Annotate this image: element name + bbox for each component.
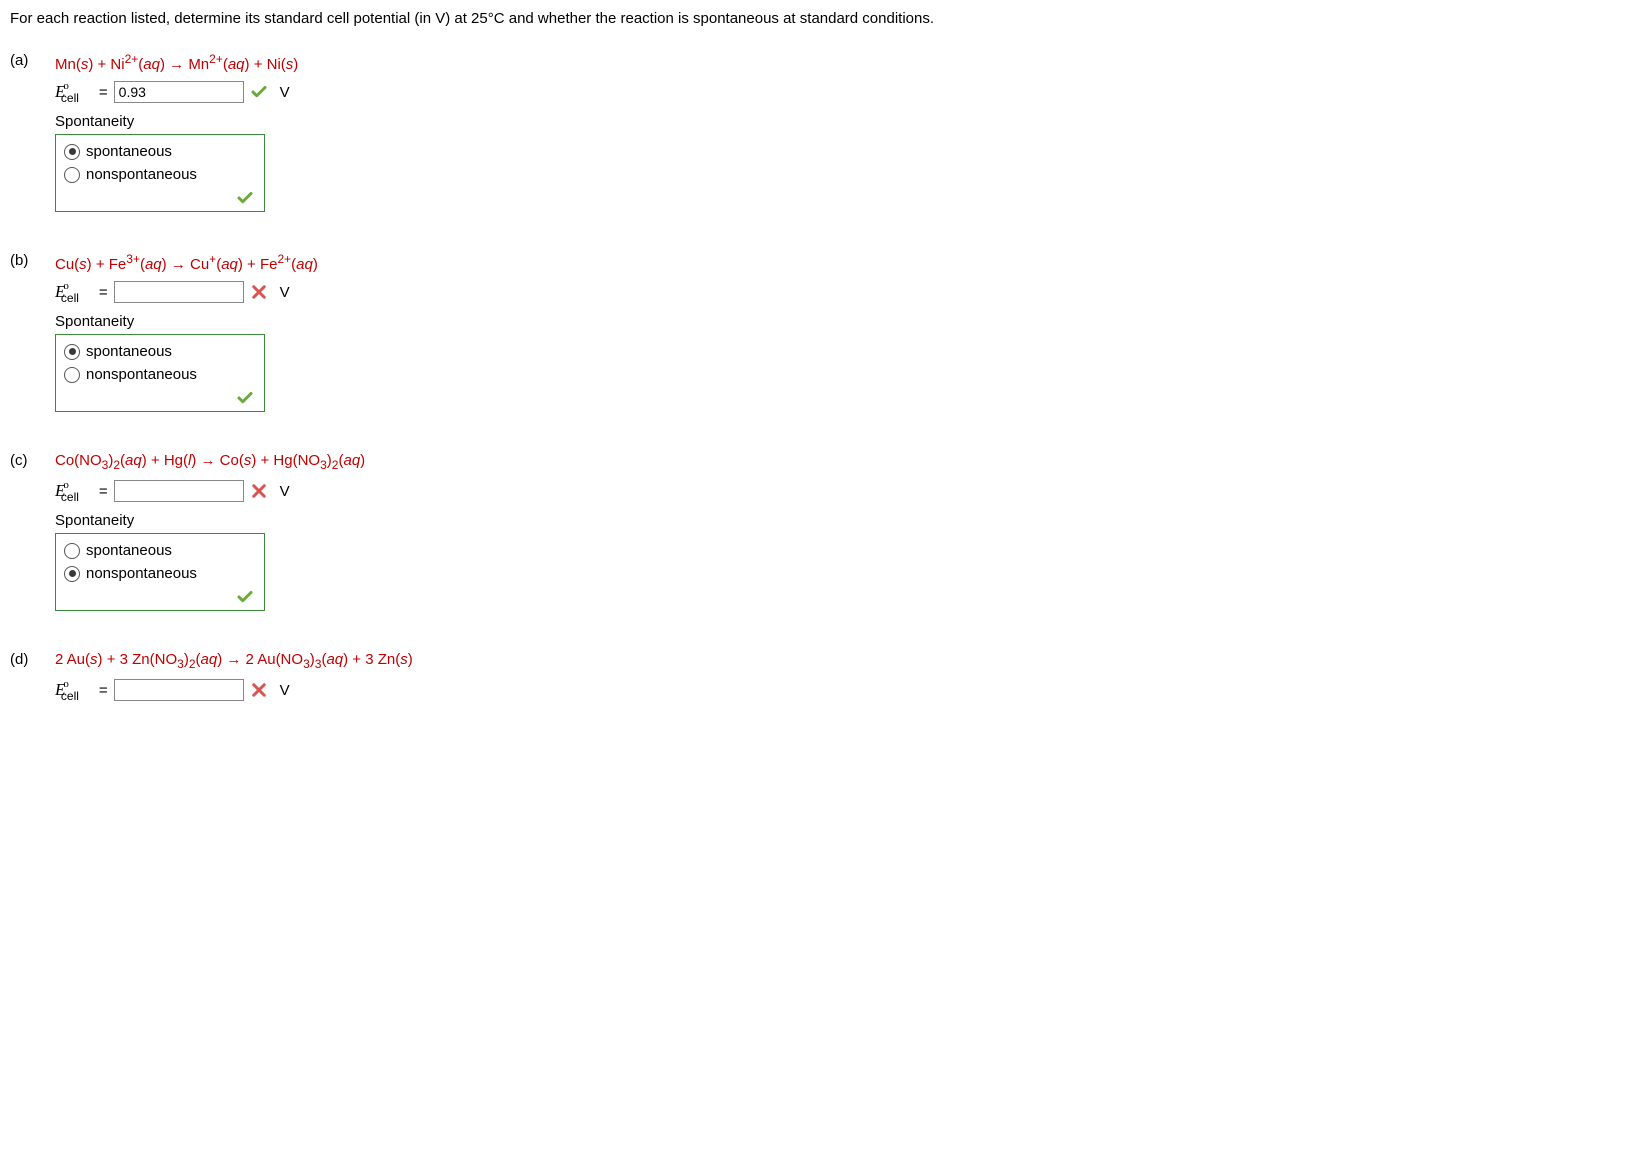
radio-label: spontaneous — [86, 143, 172, 160]
ecell-input-a[interactable] — [114, 81, 244, 103]
radio-label: nonspontaneous — [86, 166, 197, 183]
radio-label: spontaneous — [86, 542, 172, 559]
equals-sign: = — [99, 284, 108, 301]
unit-v: V — [280, 84, 290, 101]
spontaneity-label: Spontaneity — [55, 113, 1636, 130]
ecell-symbol: Eocell — [55, 282, 89, 302]
ecell-symbol: Eocell — [55, 481, 89, 501]
part-c: (c) Co(NO3)2(aq) + Hg(l) → Co(s) + Hg(NO… — [10, 452, 1636, 611]
ecell-input-c[interactable] — [114, 480, 244, 502]
radio-spontaneous-b[interactable]: spontaneous — [64, 343, 254, 360]
equation-a: Mn(s) + Ni2+(aq) → Mn2+(aq) + Ni(s) — [55, 52, 1636, 73]
radio-nonspontaneous-b[interactable]: nonspontaneous — [64, 366, 254, 383]
part-b: (b) Cu(s) + Fe3+(aq) → Cu+(aq) + Fe2+(aq… — [10, 252, 1636, 412]
equals-sign: = — [99, 483, 108, 500]
equation-c: Co(NO3)2(aq) + Hg(l) → Co(s) + Hg(NO3)2(… — [55, 452, 1636, 472]
radio-label: spontaneous — [86, 343, 172, 360]
equation-d: 2 Au(s) + 3 Zn(NO3)2(aq) → 2 Au(NO3)3(aq… — [55, 651, 1636, 671]
radio-nonspontaneous-c[interactable]: nonspontaneous — [64, 565, 254, 582]
part-b-label: (b) — [10, 252, 55, 412]
ecell-input-b[interactable] — [114, 281, 244, 303]
check-icon — [64, 189, 254, 207]
check-icon — [64, 389, 254, 407]
ecell-symbol: Eocell — [55, 680, 89, 700]
radio-label: nonspontaneous — [86, 366, 197, 383]
part-d-label: (d) — [10, 651, 55, 711]
cross-icon — [250, 283, 268, 301]
unit-v: V — [280, 483, 290, 500]
part-c-label: (c) — [10, 452, 55, 611]
part-d: (d) 2 Au(s) + 3 Zn(NO3)2(aq) → 2 Au(NO3)… — [10, 651, 1636, 711]
cross-icon — [250, 681, 268, 699]
check-icon — [250, 83, 268, 101]
equals-sign: = — [99, 682, 108, 699]
equation-b: Cu(s) + Fe3+(aq) → Cu+(aq) + Fe2+(aq) — [55, 252, 1636, 273]
unit-v: V — [280, 682, 290, 699]
radio-label: nonspontaneous — [86, 565, 197, 582]
spontaneity-label: Spontaneity — [55, 512, 1636, 529]
ecell-input-d[interactable] — [114, 679, 244, 701]
part-a: (a) Mn(s) + Ni2+(aq) → Mn2+(aq) + Ni(s) … — [10, 52, 1636, 212]
radio-spontaneous-c[interactable]: spontaneous — [64, 542, 254, 559]
question-intro: For each reaction listed, determine its … — [10, 10, 1636, 27]
radio-nonspontaneous-a[interactable]: nonspontaneous — [64, 166, 254, 183]
part-a-label: (a) — [10, 52, 55, 212]
cross-icon — [250, 482, 268, 500]
spontaneity-box-b: spontaneous nonspontaneous — [55, 334, 265, 412]
check-icon — [64, 588, 254, 606]
spontaneity-box-c: spontaneous nonspontaneous — [55, 533, 265, 611]
spontaneity-box-a: spontaneous nonspontaneous — [55, 134, 265, 212]
unit-v: V — [280, 284, 290, 301]
radio-spontaneous-a[interactable]: spontaneous — [64, 143, 254, 160]
spontaneity-label: Spontaneity — [55, 313, 1636, 330]
ecell-symbol: Eocell — [55, 82, 89, 102]
equals-sign: = — [99, 84, 108, 101]
